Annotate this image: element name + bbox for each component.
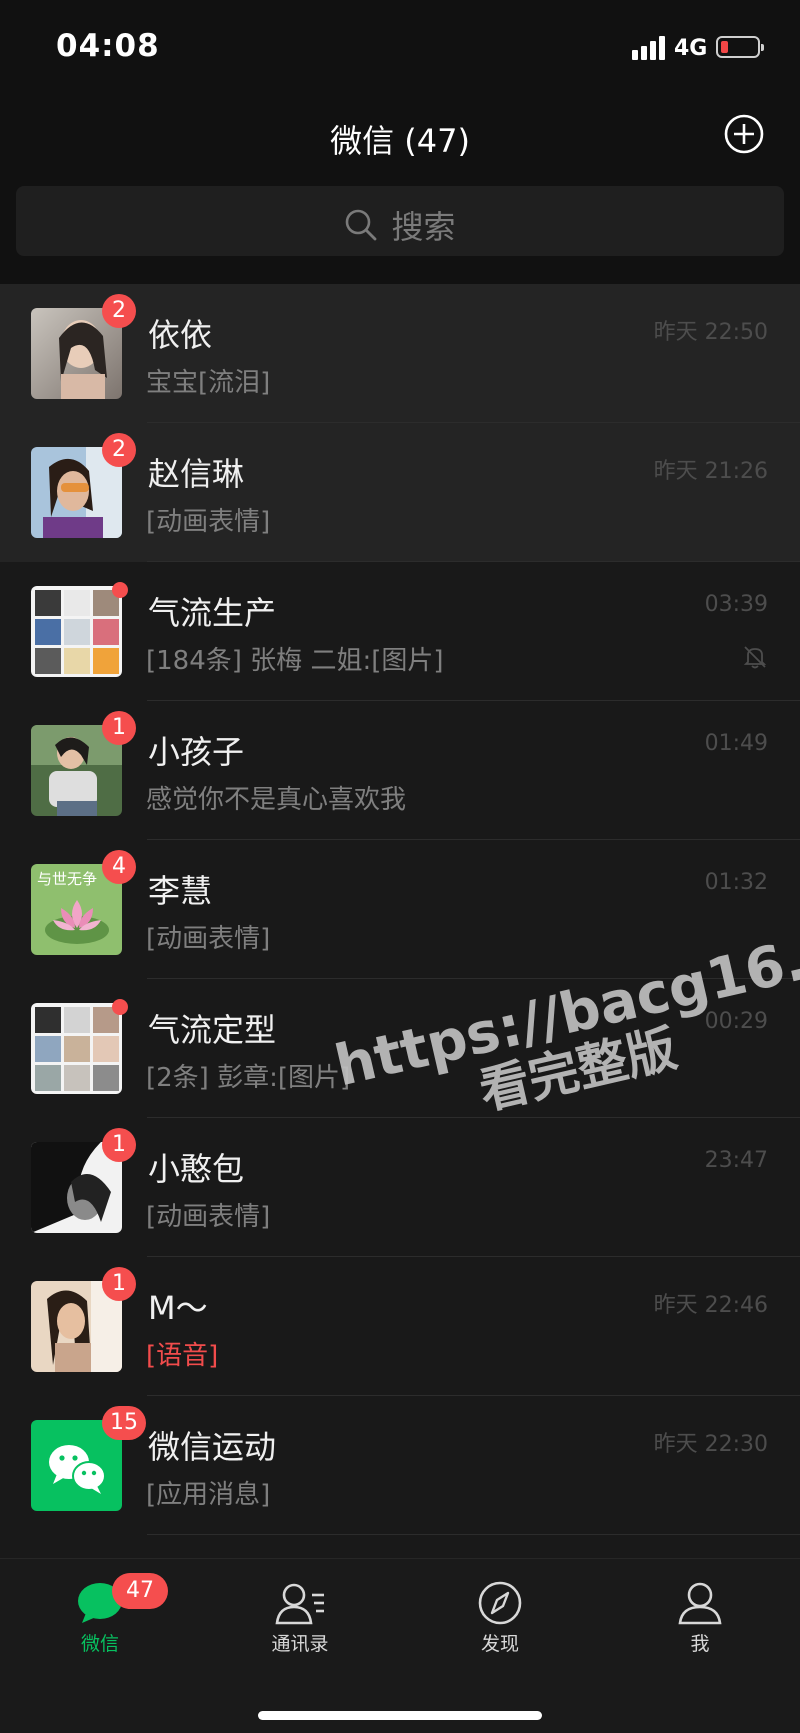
chat-time: 昨天 22:46	[653, 1293, 768, 1318]
chat-preview: 感觉你不是真心喜欢我	[146, 785, 407, 815]
chat-list: 2 依依 宝宝[流泪] 昨天 22:50 2 赵信琳 [动画表情] 昨天 21:…	[0, 284, 800, 1535]
mute-bell-icon	[743, 646, 767, 669]
chat-name: M～	[148, 1289, 208, 1327]
unread-badge: 2	[102, 294, 136, 328]
chat-time: 昨天 21:26	[653, 459, 768, 484]
tab-label: 发现	[480, 1633, 519, 1655]
chat-preview: [动画表情]	[146, 924, 271, 954]
person-icon	[678, 1582, 722, 1625]
chat-row[interactable]: 15 微信运动 [应用消息] 昨天 22:30	[0, 1396, 800, 1535]
status-bar: 04:08 4G	[0, 0, 800, 96]
signal-icon	[632, 36, 666, 60]
chat-time: 昨天 22:50	[653, 320, 768, 345]
unread-badge: 1	[102, 1267, 136, 1301]
chat-row[interactable]: 1 M～ [语音] 昨天 22:46	[0, 1257, 800, 1396]
chat-name: 微信运动	[148, 1428, 277, 1466]
unread-badge: 4	[102, 850, 136, 884]
chat-name: 李慧	[148, 872, 213, 910]
avatar-text: 与世无争	[37, 870, 97, 888]
chat-preview: [动画表情]	[146, 507, 271, 537]
search-area: 搜索	[0, 186, 800, 284]
search-placeholder: 搜索	[391, 208, 456, 246]
chat-time: 01:49	[704, 731, 768, 756]
chat-name: 依依	[148, 316, 213, 354]
tab-label: 通讯录	[271, 1633, 329, 1655]
group-avatar	[31, 586, 122, 677]
battery-icon	[716, 36, 764, 58]
tab-bar: 微信 47 通讯录 发现 我	[0, 1558, 800, 1733]
chat-time: 23:47	[704, 1148, 768, 1173]
compass-icon	[478, 1581, 522, 1625]
chat-row[interactable]: 2 赵信琳 [动画表情] 昨天 21:26	[0, 423, 800, 562]
chat-row[interactable]: 2 依依 宝宝[流泪] 昨天 22:50	[0, 284, 800, 423]
chat-preview: 宝宝[流泪]	[146, 368, 271, 398]
chat-name: 赵信琳	[148, 455, 245, 493]
chat-preview: [语音]	[146, 1341, 219, 1371]
unread-badge: 1	[102, 1128, 136, 1162]
search-icon	[346, 209, 377, 241]
tab-badge: 47	[112, 1573, 168, 1609]
unread-badge: 2	[102, 433, 136, 467]
chat-time: 01:32	[704, 870, 768, 895]
nav-bar: 微信 (47)	[0, 96, 800, 186]
chat-preview: [应用消息]	[146, 1480, 271, 1510]
chat-row[interactable]: 1 小憨包 [动画表情] 23:47	[0, 1118, 800, 1257]
chat-name: 小憨包	[148, 1150, 245, 1188]
chat-name: 气流生产	[148, 594, 277, 632]
tab-label: 我	[690, 1633, 710, 1655]
chat-name: 气流定型	[148, 1011, 277, 1049]
search-input[interactable]: 搜索	[16, 186, 784, 256]
chat-time: 昨天 22:30	[653, 1432, 768, 1457]
unread-dot	[112, 999, 128, 1015]
unread-badge: 1	[102, 711, 136, 745]
status-time: 04:08	[56, 28, 160, 64]
group-avatar	[31, 1003, 122, 1094]
chat-preview: [2条] 彭章:[图片]	[146, 1063, 351, 1093]
chat-preview: [动画表情]	[146, 1202, 271, 1232]
chat-preview: [184条] 张梅 二姐:[图片]	[146, 646, 444, 676]
tab-me[interactable]: 我	[640, 1581, 760, 1671]
chat-row[interactable]: 1 小孩子 感觉你不是真心喜欢我 01:49	[0, 701, 800, 840]
home-indicator[interactable]	[258, 1711, 542, 1720]
unread-dot	[112, 582, 128, 598]
tab-chats[interactable]: 微信 47	[40, 1573, 168, 1671]
network-type: 4G	[674, 36, 708, 61]
chat-row[interactable]: 气流生产 [184条] 张梅 二姐:[图片] 03:39	[0, 562, 800, 701]
tab-discover[interactable]: 发现	[440, 1581, 560, 1671]
tab-contacts[interactable]: 通讯录	[240, 1581, 360, 1671]
chat-time: 03:39	[704, 592, 768, 617]
plus-circle-icon[interactable]	[724, 114, 764, 154]
contacts-icon	[275, 1583, 324, 1625]
page-title: 微信 (47)	[330, 122, 470, 160]
tab-label: 微信	[80, 1633, 119, 1655]
unread-badge: 15	[102, 1406, 146, 1440]
chat-name: 小孩子	[148, 733, 245, 771]
